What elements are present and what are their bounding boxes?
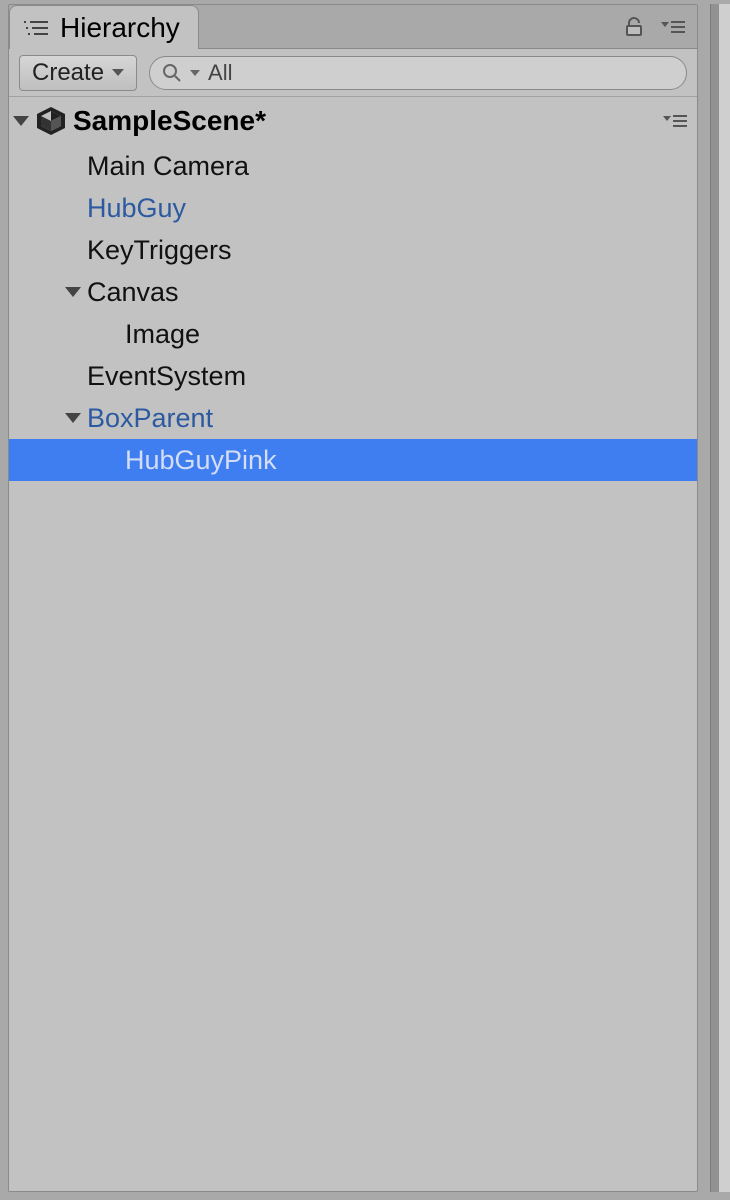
search-input[interactable] bbox=[208, 60, 674, 86]
foldout-icon[interactable] bbox=[65, 287, 81, 297]
hierarchy-panel: Hierarchy bbox=[8, 4, 698, 1192]
tab-menu-icon[interactable] bbox=[659, 18, 687, 36]
search-field[interactable] bbox=[149, 56, 687, 90]
tab-title: Hierarchy bbox=[60, 12, 180, 44]
scene-foldout-icon[interactable] bbox=[13, 116, 29, 126]
chevron-down-icon bbox=[112, 69, 124, 76]
tab-bar: Hierarchy bbox=[9, 5, 697, 49]
toolbar: Create bbox=[9, 49, 697, 97]
tree-item-label: HubGuyPink bbox=[125, 445, 277, 476]
scene-header[interactable]: SampleScene* bbox=[9, 97, 697, 145]
tree-item-keytriggers[interactable]: KeyTriggers bbox=[9, 229, 697, 271]
tree-item-label: EventSystem bbox=[87, 361, 246, 392]
lock-icon[interactable] bbox=[623, 16, 645, 38]
tree-item-label: HubGuy bbox=[87, 193, 186, 224]
tree-item-canvas[interactable]: Canvas bbox=[9, 271, 697, 313]
tree-item-hubguypink[interactable]: HubGuyPink bbox=[9, 439, 697, 481]
foldout-icon[interactable] bbox=[65, 413, 81, 423]
hierarchy-icon bbox=[22, 16, 50, 40]
unity-logo-icon bbox=[35, 105, 67, 137]
hierarchy-tree: Main Camera HubGuy KeyTriggers Canvas Im… bbox=[9, 145, 697, 481]
tree-item-label: Main Camera bbox=[87, 151, 249, 182]
tree-item-image[interactable]: Image bbox=[9, 313, 697, 355]
tree-item-hubguy[interactable]: HubGuy bbox=[9, 187, 697, 229]
create-button[interactable]: Create bbox=[19, 55, 137, 91]
tree-item-boxparent[interactable]: BoxParent bbox=[9, 397, 697, 439]
create-button-label: Create bbox=[32, 59, 104, 87]
search-icon bbox=[162, 63, 182, 83]
tab-right-controls bbox=[623, 5, 687, 49]
tree-item-label: BoxParent bbox=[87, 403, 213, 434]
scene-name: SampleScene* bbox=[73, 105, 266, 137]
scene-menu-icon[interactable] bbox=[661, 112, 689, 130]
search-dropdown-icon[interactable] bbox=[190, 68, 200, 78]
tree-item-label: KeyTriggers bbox=[87, 235, 232, 266]
tree-item-main-camera[interactable]: Main Camera bbox=[9, 145, 697, 187]
tree-item-label: Canvas bbox=[87, 277, 179, 308]
adjacent-panel-edge bbox=[710, 4, 730, 1192]
tree-item-label: Image bbox=[125, 319, 200, 350]
hierarchy-tab[interactable]: Hierarchy bbox=[9, 5, 199, 49]
tree-item-eventsystem[interactable]: EventSystem bbox=[9, 355, 697, 397]
